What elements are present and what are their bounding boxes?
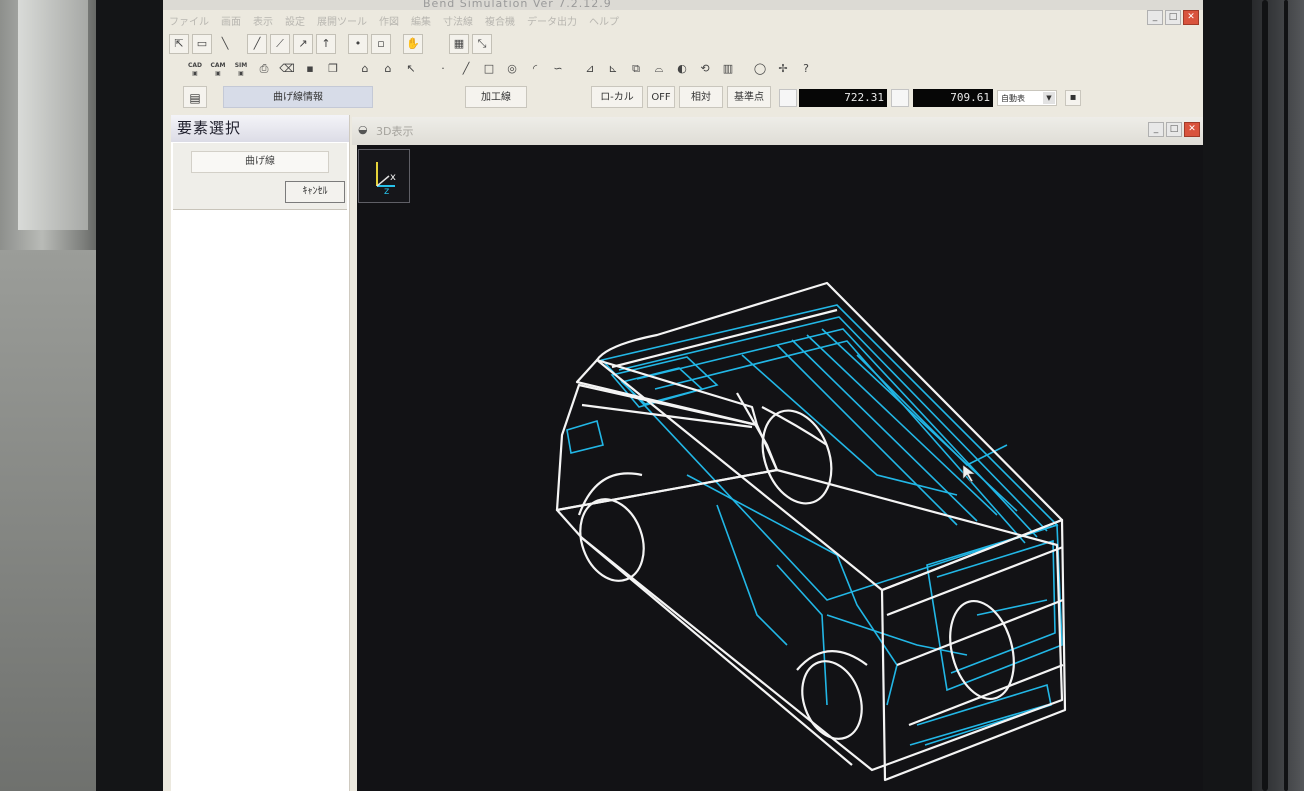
hand-tool-icon[interactable]: ✋	[403, 34, 423, 54]
cancel-button[interactable]: ｷｬﾝｾﾙ	[285, 181, 345, 203]
select-tool-icon[interactable]: ⇱	[169, 34, 189, 54]
floppy-icon[interactable]: ▪	[1065, 90, 1081, 106]
view-3d-window: ◒ 3D表示 _ □ ✕ x z	[352, 117, 1203, 791]
menu-help[interactable]: ヘルプ	[589, 13, 619, 28]
view-close-button[interactable]: ✕	[1184, 122, 1200, 137]
extend-icon[interactable]: ⊾	[603, 59, 623, 79]
circle-icon[interactable]: ◎	[502, 59, 522, 79]
draw-line-icon[interactable]: ╱	[456, 59, 476, 79]
rotate-icon[interactable]: ⟲	[695, 59, 715, 79]
view-3d-titlebar: ◒ 3D表示	[352, 117, 1203, 145]
menu-data-output[interactable]: データ出力	[527, 13, 577, 28]
toolbar-separator	[571, 59, 577, 79]
toolbar-separator	[238, 34, 244, 54]
relative-button[interactable]: 相対	[679, 86, 723, 108]
menu-combo[interactable]: 複合機	[485, 13, 515, 28]
app-title: Bend Simulation Ver 7.2.12.9	[423, 0, 612, 10]
line-tool-icon[interactable]: ╱	[247, 34, 267, 54]
toolbar-separator	[339, 34, 345, 54]
panel-group: 曲げ線 ｷｬﾝｾﾙ	[173, 143, 347, 210]
view-window-controls: _ □ ✕	[1148, 122, 1200, 137]
grid-tool-icon[interactable]: ▦	[449, 34, 469, 54]
element-select-panel: 要素選択 曲げ線 ｷｬﾝｾﾙ	[171, 115, 350, 791]
coord-x-readout: 722.31	[799, 89, 887, 107]
printer-icon[interactable]: ⎙	[254, 59, 274, 79]
menu-settings[interactable]: 設定	[285, 13, 305, 28]
zoom-fit-icon[interactable]: ⤡	[472, 34, 492, 54]
vehicle-detail-lines	[566, 304, 1063, 746]
menu-dimension[interactable]: 寸法線	[443, 13, 473, 28]
chevron-down-icon: ▼	[1043, 92, 1055, 104]
x-spinner[interactable]	[779, 89, 797, 107]
menu-edit[interactable]: 編集	[411, 13, 431, 28]
arrow-up-tool-icon[interactable]: ↑	[316, 34, 336, 54]
trim-icon[interactable]: ⊿	[580, 59, 600, 79]
off-button[interactable]: OFF	[647, 86, 675, 108]
process-line-button[interactable]: 加工線	[465, 86, 527, 108]
view-window-icon: ◒	[358, 123, 368, 136]
toolbar-separator	[424, 59, 430, 79]
rectangle-icon[interactable]: □	[479, 59, 499, 79]
y-spinner[interactable]	[891, 89, 909, 107]
mode-label: 曲げ線情報	[223, 86, 373, 108]
table-icon[interactable]: ▤	[183, 86, 207, 108]
sim-icon[interactable]: SIM ▣	[231, 59, 251, 79]
view-maximize-button[interactable]: □	[1166, 122, 1182, 137]
offset-icon[interactable]: ⧉	[626, 59, 646, 79]
toolbar-separator	[346, 59, 352, 79]
help-icon[interactable]: ?	[796, 59, 816, 79]
menu-view[interactable]: 表示	[253, 13, 273, 28]
command-bar: ▤ 曲げ線情報 加工線 ロ-カル OFF 相対 基準点 722.31 709.6…	[163, 86, 1203, 112]
unit-select-value: 自動表	[1001, 94, 1025, 103]
layer-icon[interactable]: ⌂	[355, 59, 375, 79]
panel-title: 要素選択	[171, 115, 349, 142]
bend-line-tool-icon[interactable]: ⟋	[270, 34, 290, 54]
eraser-icon[interactable]: ⌫	[277, 59, 297, 79]
screen: Bend Simulation Ver 7.2.12.9 _ □ ✕ ファイル …	[163, 0, 1203, 791]
coord-y-readout: 709.61	[913, 89, 993, 107]
pointer-icon[interactable]: ↖	[401, 59, 421, 79]
unit-select[interactable]: 自動表 ▼	[997, 90, 1057, 106]
cable	[1284, 0, 1288, 791]
line-select-icon[interactable]: ╲	[215, 34, 235, 54]
cam-icon[interactable]: CAM ▣	[208, 59, 228, 79]
cad-icon[interactable]: CAD ▣	[185, 59, 205, 79]
menu-bar: ファイル 画面 表示 設定 展開ツール 作図 編集 寸法線 複合機 データ出力 …	[163, 10, 1203, 30]
arrow-tool-icon[interactable]: ↗	[293, 34, 313, 54]
view-3d-title: 3D表示	[376, 125, 414, 138]
frame-tool-icon[interactable]: ▫	[371, 34, 391, 54]
background-left-object	[18, 0, 88, 230]
save-icon[interactable]: ▪	[300, 59, 320, 79]
blank-tool-icon[interactable]	[426, 34, 446, 54]
dot-icon[interactable]: ·	[433, 59, 453, 79]
cycle-icon[interactable]: ◯	[750, 59, 770, 79]
background-left-cabinet	[0, 250, 100, 791]
menu-file[interactable]: ファイル	[169, 13, 209, 28]
view-minimize-button[interactable]: _	[1148, 122, 1164, 137]
curve-icon[interactable]: ∽	[548, 59, 568, 79]
toolbar-separator	[741, 59, 747, 79]
base-point-button[interactable]: 基準点	[727, 86, 771, 108]
toolbar-row-2: CAD ▣ CAM ▣ SIM ▣ ⎙ ⌫ ▪ ❐ ⌂ ⌂ ↖ · ╱ □ ◎ ◜ ∽…	[185, 59, 816, 79]
dimension-icon[interactable]: ▥	[718, 59, 738, 79]
crosshair-icon[interactable]: ✢	[773, 59, 793, 79]
bend-icon[interactable]: ⌓	[649, 59, 669, 79]
app-titlebar: Bend Simulation Ver 7.2.12.9	[163, 0, 1203, 10]
menu-screen[interactable]: 画面	[221, 13, 241, 28]
menu-draw[interactable]: 作図	[379, 13, 399, 28]
copy-icon[interactable]: ❐	[323, 59, 343, 79]
vehicle-wireframe	[555, 281, 1067, 782]
cable	[1262, 0, 1268, 791]
toolbar-row-1: ⇱ ▭ ╲ ╱ ⟋ ↗ ↑ • ▫ ✋ ▦ ⤡	[169, 34, 492, 54]
3d-viewport[interactable]: x z	[357, 145, 1203, 791]
local-button[interactable]: ロ-カル	[591, 86, 643, 108]
layer-2-icon[interactable]: ⌂	[378, 59, 398, 79]
fill-icon[interactable]: ◐	[672, 59, 692, 79]
bend-line-button[interactable]: 曲げ線	[191, 151, 329, 173]
arc-icon[interactable]: ◜	[525, 59, 545, 79]
window-select-icon[interactable]: ▭	[192, 34, 212, 54]
toolbar-separator	[394, 34, 400, 54]
menu-unfold-tool[interactable]: 展開ツール	[317, 13, 367, 28]
point-tool-icon[interactable]: •	[348, 34, 368, 54]
